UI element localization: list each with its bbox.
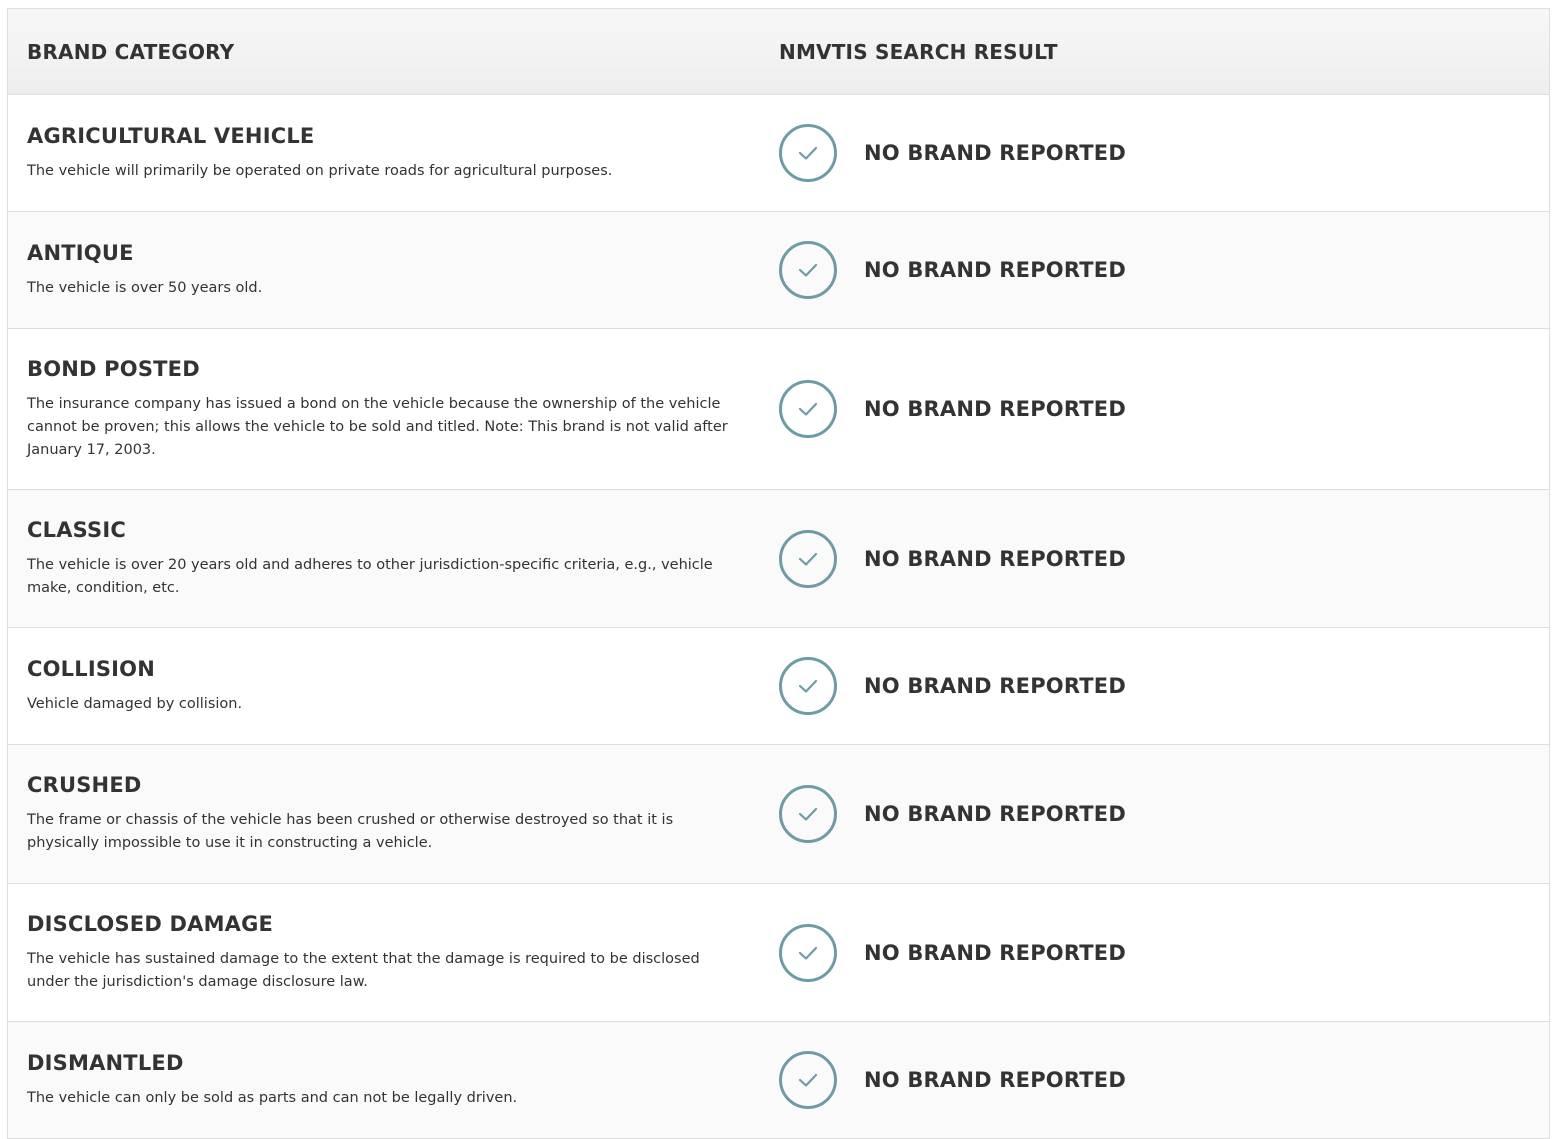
brand-check-table: BRAND CATEGORY NMVTIS SEARCH RESULT AGRI… bbox=[7, 8, 1550, 1139]
check-circle-icon bbox=[779, 380, 837, 438]
brand-category-cell: CRUSHED The frame or chassis of the vehi… bbox=[8, 773, 779, 855]
search-result-cell: NO BRAND REPORTED bbox=[779, 124, 1549, 182]
search-result-cell: NO BRAND REPORTED bbox=[779, 1051, 1549, 1109]
brand-category-cell: DISCLOSED DAMAGE The vehicle has sustain… bbox=[8, 912, 779, 994]
brand-category-description: The vehicle can only be sold as parts an… bbox=[27, 1089, 518, 1106]
search-result-status: NO BRAND REPORTED bbox=[864, 546, 1126, 571]
search-result-cell: NO BRAND REPORTED bbox=[779, 529, 1549, 588]
search-result-cell: NO BRAND REPORTED bbox=[779, 241, 1549, 299]
check-circle-icon bbox=[779, 529, 837, 588]
table-row: ANTIQUE The vehicle is over 50 years old… bbox=[8, 212, 1549, 329]
table-row: DISCLOSED DAMAGE The vehicle has sustain… bbox=[8, 884, 1549, 1022]
check-circle-icon bbox=[779, 1051, 837, 1109]
brand-category-cell: ANTIQUE The vehicle is over 50 years old… bbox=[8, 241, 779, 300]
table-header: BRAND CATEGORY NMVTIS SEARCH RESULT bbox=[8, 9, 1549, 95]
brand-category-description: The vehicle is over 20 years old and adh… bbox=[27, 556, 713, 596]
brand-category-title: ANTIQUE bbox=[27, 240, 134, 265]
table-row: CRUSHED The frame or chassis of the vehi… bbox=[8, 745, 1549, 884]
search-result-status: NO BRAND REPORTED bbox=[864, 141, 1126, 165]
brand-category-header: BRAND CATEGORY bbox=[27, 39, 235, 64]
brand-category-description: The vehicle has sustained damage to the … bbox=[27, 950, 700, 990]
brand-category-title: DISCLOSED DAMAGE bbox=[27, 911, 274, 936]
brand-category-title: AGRICULTURAL VEHICLE bbox=[27, 123, 315, 148]
brand-category-cell: DISMANTLED The vehicle can only be sold … bbox=[8, 1051, 779, 1110]
brand-category-cell: CLASSIC The vehicle is over 20 years old… bbox=[8, 518, 779, 600]
table-row: COLLISION Vehicle damaged by collision. … bbox=[8, 628, 1549, 745]
brand-category-description: The insurance company has issued a bond … bbox=[27, 395, 728, 458]
brand-category-title: BOND POSTED bbox=[27, 356, 200, 381]
brand-category-title: DISMANTLED bbox=[27, 1050, 184, 1075]
search-result-cell: NO BRAND REPORTED bbox=[779, 785, 1549, 843]
search-result-cell: NO BRAND REPORTED bbox=[779, 380, 1549, 438]
search-result-status: NO BRAND REPORTED bbox=[864, 802, 1126, 826]
brand-category-cell: COLLISION Vehicle damaged by collision. bbox=[8, 657, 779, 716]
check-circle-icon bbox=[779, 785, 837, 843]
search-result-status: NO BRAND REPORTED bbox=[864, 1068, 1126, 1092]
check-circle-icon bbox=[779, 124, 837, 182]
brand-category-description: The frame or chassis of the vehicle has … bbox=[27, 812, 674, 851]
table-row: BOND POSTED The insurance company has is… bbox=[8, 329, 1549, 490]
search-result-status: NO BRAND REPORTED bbox=[864, 940, 1126, 965]
table-body: AGRICULTURAL VEHICLE The vehicle will pr… bbox=[8, 95, 1549, 1139]
table-row: DISMANTLED The vehicle can only be sold … bbox=[8, 1022, 1549, 1139]
check-circle-icon bbox=[779, 241, 837, 299]
search-result-cell: NO BRAND REPORTED bbox=[779, 923, 1549, 982]
search-result-status: NO BRAND REPORTED bbox=[864, 258, 1126, 282]
brand-category-description: The vehicle is over 50 years old. bbox=[27, 279, 263, 296]
check-circle-icon bbox=[779, 657, 837, 715]
search-result-status: NO BRAND REPORTED bbox=[864, 397, 1126, 421]
table-row: CLASSIC The vehicle is over 20 years old… bbox=[8, 490, 1549, 628]
brand-category-title: CRUSHED bbox=[27, 773, 142, 797]
search-result-status: NO BRAND REPORTED bbox=[864, 674, 1126, 698]
table-row: AGRICULTURAL VEHICLE The vehicle will pr… bbox=[8, 95, 1549, 212]
brand-category-title: CLASSIC bbox=[27, 517, 126, 542]
brand-category-cell: AGRICULTURAL VEHICLE The vehicle will pr… bbox=[8, 124, 779, 183]
brand-category-title: COLLISION bbox=[27, 656, 156, 681]
brand-category-cell: BOND POSTED The insurance company has is… bbox=[8, 357, 779, 462]
check-circle-icon bbox=[779, 923, 837, 982]
nmvtis-search-result-header: NMVTIS SEARCH RESULT bbox=[779, 39, 1058, 64]
brand-category-description: The vehicle will primarily be operated o… bbox=[27, 162, 613, 179]
brand-category-description: Vehicle damaged by collision. bbox=[27, 695, 243, 712]
search-result-cell: NO BRAND REPORTED bbox=[779, 657, 1549, 715]
